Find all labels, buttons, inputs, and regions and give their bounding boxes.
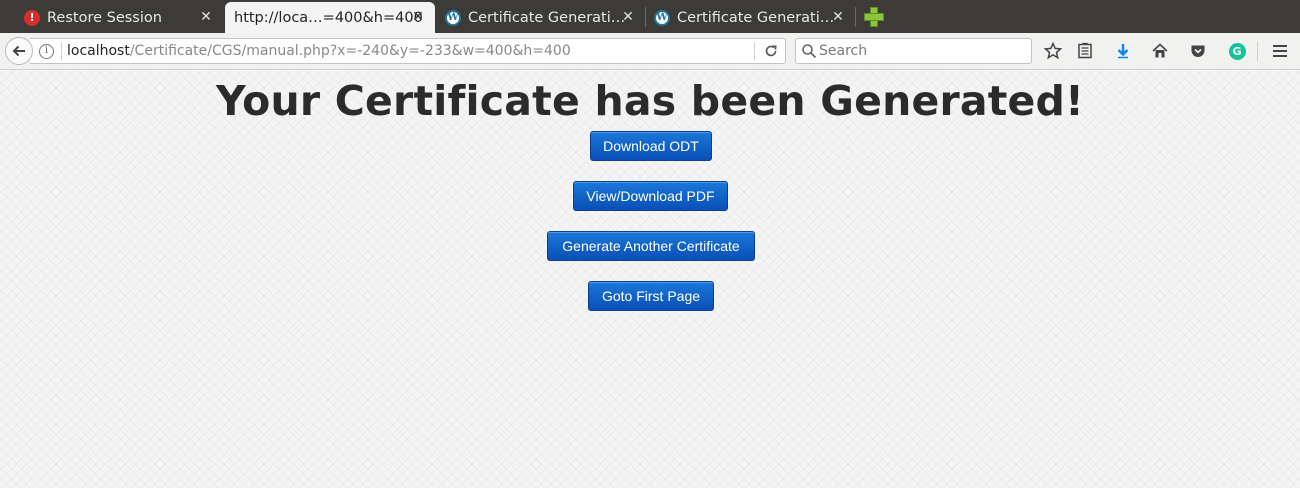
new-tab-plus-icon[interactable] <box>862 5 884 27</box>
url-host: localhost <box>67 43 130 59</box>
address-bar[interactable]: i localhost/Certificate/CGS/manual.php?x… <box>30 38 786 64</box>
reload-icon[interactable] <box>762 42 780 60</box>
pocket-icon[interactable] <box>1188 41 1208 61</box>
tab-divider <box>855 7 856 27</box>
search-icon <box>802 44 817 59</box>
url-path: /Certificate/CGS/manual.php?x=-240&y=-23… <box>129 43 571 59</box>
search-bar[interactable] <box>795 38 1032 64</box>
downloads-icon[interactable] <box>1113 41 1133 61</box>
navigation-toolbar: i localhost/Certificate/CGS/manual.php?x… <box>0 33 1300 70</box>
back-button[interactable] <box>5 37 33 65</box>
search-input[interactable] <box>819 41 1024 61</box>
site-info-icon[interactable]: i <box>39 44 54 59</box>
bookmark-star-icon[interactable] <box>1043 41 1063 61</box>
toolbar-divider <box>1257 42 1258 61</box>
tab-title: http://loca…=400&h=400 <box>234 9 423 26</box>
grammarly-icon[interactable]: G <box>1227 41 1247 61</box>
tab-title: Certificate Generati… <box>677 9 835 26</box>
view-download-pdf-button[interactable]: View/Download PDF <box>573 181 728 211</box>
close-tab-icon[interactable]: ✕ <box>621 9 635 25</box>
tab-certificate-generator-1[interactable]: W Certificate Generati… ✕ <box>437 2 645 33</box>
tab-certificate-generator-2[interactable]: W Certificate Generati… ✕ <box>646 2 855 33</box>
tab-title: Certificate Generati… <box>468 9 626 26</box>
page-title: Your Certificate has been Generated! <box>215 77 1085 125</box>
back-arrow-icon <box>12 45 25 57</box>
goto-first-page-button[interactable]: Goto First Page <box>588 281 714 311</box>
download-odt-button[interactable]: Download ODT <box>590 131 712 161</box>
tab-current-page[interactable]: http://loca…=400&h=400 ✕ <box>225 2 435 33</box>
url-text[interactable]: localhost/Certificate/CGS/manual.php?x=-… <box>67 43 571 59</box>
home-icon[interactable] <box>1150 41 1170 61</box>
tab-title: Restore Session <box>47 9 162 26</box>
reading-list-icon[interactable] <box>1075 41 1095 61</box>
url-divider <box>61 43 62 60</box>
wordpress-icon: W <box>654 9 670 26</box>
warning-icon: ! <box>24 9 40 26</box>
wordpress-icon: W <box>445 9 461 26</box>
tab-strip: ! Restore Session ✕ http://loca…=400&h=4… <box>0 0 1300 33</box>
close-tab-icon[interactable]: ✕ <box>199 9 213 25</box>
menu-hamburger-icon[interactable] <box>1270 41 1290 61</box>
close-tab-icon[interactable]: ✕ <box>831 9 845 25</box>
close-tab-icon[interactable]: ✕ <box>411 9 425 25</box>
page-content: Your Certificate has been Generated! Dow… <box>0 71 1300 488</box>
generate-another-certificate-button[interactable]: Generate Another Certificate <box>547 231 755 261</box>
reload-divider <box>754 43 755 60</box>
tab-restore-session[interactable]: ! Restore Session ✕ <box>0 2 223 33</box>
